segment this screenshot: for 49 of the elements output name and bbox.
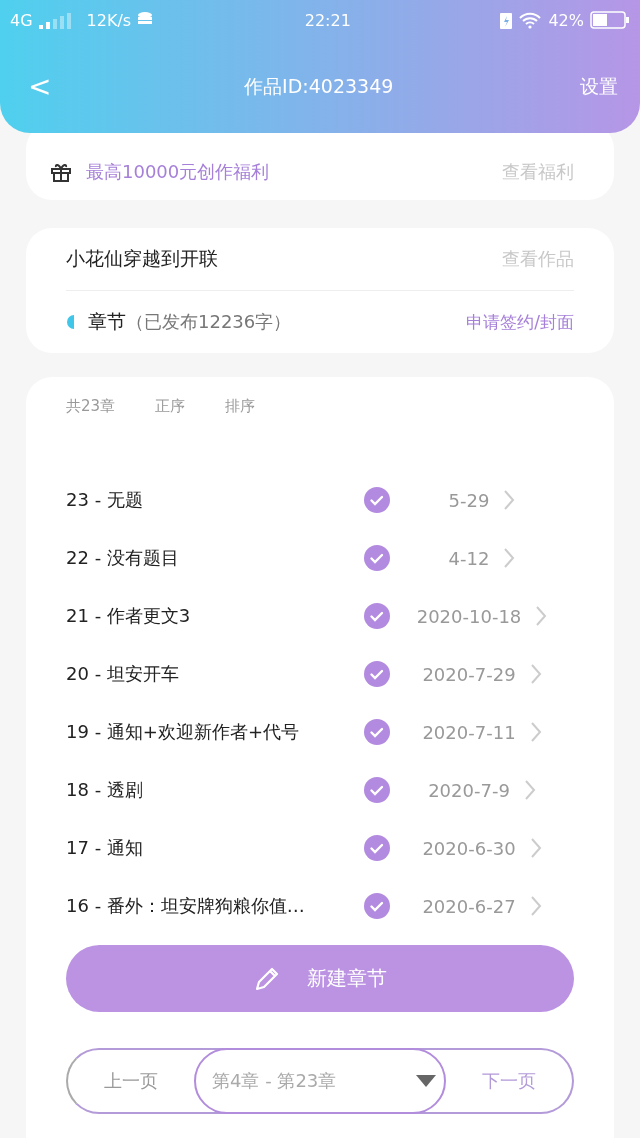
chapter-date: 4-12 — [448, 547, 490, 569]
apply-link[interactable]: 申请签约/封面 — [466, 310, 574, 334]
chapter-date: 2020-7-9 — [428, 779, 510, 801]
chapter-count: 共23章 — [66, 396, 116, 416]
chapter-title[interactable]: 17 - 通知 — [66, 836, 364, 860]
order-button[interactable]: 正序 — [155, 396, 186, 416]
page-title: 作品ID:4023349 — [244, 73, 394, 99]
chevron-right-icon — [529, 837, 542, 859]
prev-page-button[interactable]: 上一页 — [68, 1050, 194, 1112]
dropdown-caret-icon — [416, 1075, 436, 1087]
settings-button[interactable]: 设置 — [580, 73, 618, 100]
chapter-title[interactable]: 20 - 坦安开车 — [66, 662, 364, 686]
new-chapter-button[interactable]: 新建章节 — [66, 945, 574, 1012]
chapter-date: 2020-6-30 — [422, 837, 516, 859]
battery-icon — [590, 11, 630, 29]
chapter-title[interactable]: 21 - 作者更文3 — [66, 604, 364, 628]
chapter-title[interactable]: 18 - 透剧 — [66, 778, 364, 802]
chapter-title[interactable]: 19 - 通知+欢迎新作者+代号 — [66, 720, 364, 744]
chapter-date: 2020-7-11 — [422, 721, 516, 743]
wifi-icon — [518, 11, 543, 29]
chapter-date: 2020-10-18 — [416, 605, 522, 627]
back-button[interactable]: < — [22, 70, 58, 103]
chevron-right-icon — [503, 489, 516, 511]
signal-icon — [38, 11, 73, 29]
section-label: 章节 — [88, 309, 126, 334]
chapter-date: 2020-7-29 — [422, 663, 516, 685]
chapter-date: 2020-6-27 — [422, 895, 516, 917]
chevron-right-icon — [529, 895, 542, 917]
sort-button[interactable]: 排序 — [225, 396, 256, 416]
next-page-button[interactable]: 下一页 — [446, 1050, 572, 1112]
chapter-title[interactable]: 23 - 无题 — [66, 488, 364, 512]
battery-percent: 42% — [548, 10, 584, 30]
network-type: 4G — [10, 10, 33, 30]
chevron-right-icon — [529, 663, 542, 685]
word-count: （已发布12236字） — [126, 310, 292, 334]
gift-icon — [50, 161, 72, 182]
chevron-right-icon — [503, 547, 516, 569]
chapter-title[interactable]: 16 - 番外：坦安牌狗粮你值… — [66, 894, 364, 918]
chapter-date: 5-29 — [448, 489, 490, 511]
range-dropdown[interactable]: 第4章 - 第23章 — [194, 1048, 446, 1114]
promo-text: 最高10000元创作福利 — [86, 159, 270, 184]
network-speed: 12K/s — [86, 10, 132, 30]
chevron-right-icon — [535, 605, 548, 627]
chapter-title[interactable]: 22 - 没有题目 — [66, 546, 364, 570]
work-title: 小花仙穿越到开联 — [66, 246, 218, 271]
charging-icon — [500, 11, 513, 29]
clock: 22:21 — [304, 10, 351, 30]
chevron-right-icon — [523, 779, 536, 801]
chevron-right-icon — [529, 721, 542, 743]
